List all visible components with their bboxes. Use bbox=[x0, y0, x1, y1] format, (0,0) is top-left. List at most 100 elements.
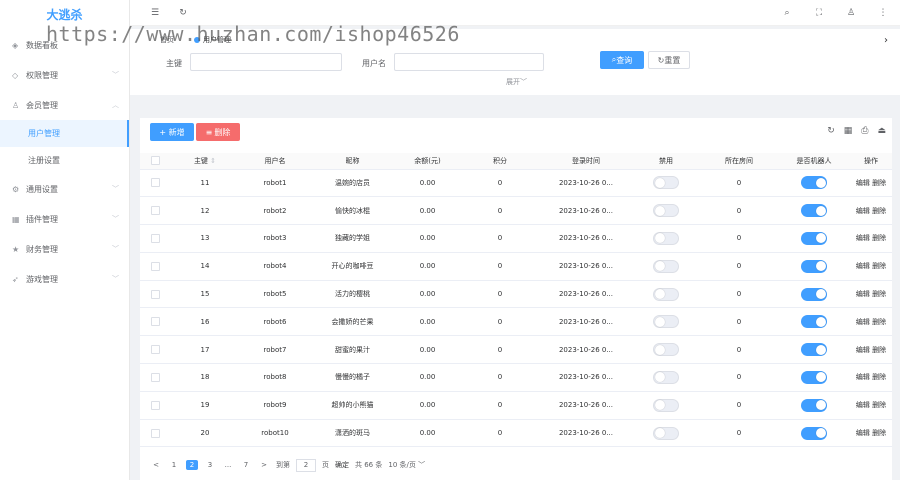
edit-link[interactable]: 编辑 bbox=[856, 262, 870, 270]
sidebar-item-members[interactable]: ♙ 会员管理 ︿ bbox=[0, 90, 129, 120]
user-profile-icon[interactable]: ♙ bbox=[842, 8, 860, 18]
sidebar-subitem-register-settings[interactable]: 注册设置 bbox=[0, 147, 129, 174]
sort-icon[interactable]: ⇕ bbox=[210, 157, 216, 165]
disabled-toggle[interactable] bbox=[653, 204, 679, 218]
search-icon[interactable]: ⌕ bbox=[778, 8, 796, 18]
delete-link[interactable]: 删除 bbox=[872, 234, 886, 242]
row-checkbox[interactable] bbox=[150, 372, 160, 382]
sidebar-item-dashboard[interactable]: ◈ 数据看板 bbox=[0, 30, 129, 60]
robot-toggle[interactable] bbox=[801, 315, 827, 329]
print-icon[interactable]: ⎙ bbox=[861, 126, 868, 136]
robot-toggle[interactable] bbox=[801, 343, 827, 357]
row-checkbox[interactable] bbox=[150, 261, 160, 271]
page-7[interactable]: 7 bbox=[240, 461, 252, 469]
edit-link[interactable]: 编辑 bbox=[856, 401, 870, 409]
cell-username: robot9 bbox=[240, 391, 310, 420]
robot-toggle[interactable] bbox=[801, 287, 827, 301]
row-checkbox[interactable] bbox=[150, 206, 160, 216]
edit-link[interactable]: 编辑 bbox=[856, 318, 870, 326]
next-page-button[interactable]: > bbox=[258, 461, 270, 469]
delete-link[interactable]: 删除 bbox=[872, 373, 886, 381]
disabled-toggle[interactable] bbox=[653, 398, 679, 412]
page-2[interactable]: 2 bbox=[186, 460, 198, 470]
goto-confirm-button[interactable]: 确定 bbox=[335, 460, 349, 470]
page-ellipsis[interactable]: ... bbox=[222, 461, 234, 469]
sidebar-item-permissions[interactable]: ◇ 权限管理 ﹀ bbox=[0, 60, 129, 90]
robot-toggle[interactable] bbox=[801, 259, 827, 273]
sidebar-item-general-settings[interactable]: ⚙ 通用设置 ﹀ bbox=[0, 174, 129, 204]
select-all-checkbox[interactable] bbox=[150, 156, 160, 166]
cell-balance: 0.00 bbox=[395, 335, 460, 365]
edit-link[interactable]: 编辑 bbox=[856, 207, 870, 215]
delete-link[interactable]: 删除 bbox=[872, 346, 886, 354]
page-1[interactable]: 1 bbox=[168, 461, 180, 469]
delete-link[interactable]: 删除 bbox=[872, 290, 886, 298]
row-checkbox[interactable] bbox=[150, 178, 160, 188]
export-icon[interactable]: ⏏ bbox=[877, 126, 886, 136]
delete-link[interactable]: 删除 bbox=[872, 401, 886, 409]
disabled-toggle[interactable] bbox=[653, 231, 679, 245]
edit-link[interactable]: 编辑 bbox=[856, 373, 870, 381]
fullscreen-icon[interactable]: ⛶ bbox=[810, 8, 828, 18]
delete-link[interactable]: 删除 bbox=[872, 318, 886, 326]
edit-link[interactable]: 编辑 bbox=[856, 346, 870, 354]
delete-link[interactable]: 删除 bbox=[872, 262, 886, 270]
page-3[interactable]: 3 bbox=[204, 461, 216, 469]
edit-link[interactable]: 编辑 bbox=[856, 234, 870, 242]
disabled-toggle[interactable] bbox=[653, 426, 679, 440]
cell-nickname: 独藏的学姐 bbox=[310, 224, 395, 253]
robot-toggle[interactable] bbox=[801, 231, 827, 245]
delete-link[interactable]: 删除 bbox=[872, 429, 886, 437]
disabled-toggle[interactable] bbox=[653, 370, 679, 384]
row-checkbox[interactable] bbox=[150, 428, 160, 438]
bulk-delete-button[interactable]: ≡ 删除 bbox=[196, 123, 240, 141]
cell-points: 0 bbox=[460, 335, 540, 365]
sidebar-item-finance[interactable]: ★ 财务管理 ﹀ bbox=[0, 234, 129, 264]
robot-toggle[interactable] bbox=[801, 426, 827, 440]
disabled-toggle[interactable] bbox=[653, 315, 679, 329]
robot-toggle[interactable] bbox=[801, 204, 827, 218]
columns-icon[interactable]: ▦ bbox=[844, 126, 853, 136]
sidebar: 大逃杀 ◈ 数据看板 ◇ 权限管理 ﹀ ♙ 会员管理 ︿ 用户管理 注册设置 ⚙… bbox=[0, 0, 130, 480]
delete-link[interactable]: 删除 bbox=[872, 207, 886, 215]
disabled-toggle[interactable] bbox=[653, 259, 679, 273]
reset-button[interactable]: ↻ 重置 bbox=[648, 51, 690, 69]
row-checkbox[interactable] bbox=[150, 317, 160, 327]
user-icon: ♙ bbox=[12, 100, 20, 110]
robot-toggle[interactable] bbox=[801, 398, 827, 412]
sidebar-item-plugins[interactable]: ▦ 插件管理 ﹀ bbox=[0, 204, 129, 234]
delete-link[interactable]: 删除 bbox=[872, 179, 886, 187]
row-checkbox-cell bbox=[140, 391, 170, 420]
goto-page-input[interactable]: 2 bbox=[296, 458, 316, 472]
column-header-id[interactable]: 主键 ⇕ bbox=[170, 153, 240, 170]
refresh-icon[interactable]: ↻ bbox=[827, 126, 835, 136]
edit-link[interactable]: 编辑 bbox=[856, 429, 870, 437]
robot-toggle[interactable] bbox=[801, 370, 827, 384]
id-input[interactable] bbox=[190, 53, 342, 71]
disabled-toggle[interactable] bbox=[653, 287, 679, 301]
username-input[interactable] bbox=[394, 53, 544, 71]
page-size-select[interactable]: 10 条/页 ﹀ bbox=[388, 460, 425, 470]
disabled-toggle[interactable] bbox=[653, 176, 679, 190]
pagination: < 1 2 3 ... 7 > 到第 2 页 确定 共 66 条 10 条/页 … bbox=[150, 458, 425, 472]
disabled-toggle[interactable] bbox=[653, 343, 679, 357]
row-checkbox[interactable] bbox=[150, 233, 160, 243]
more-icon[interactable]: ⋮ bbox=[874, 8, 892, 18]
sidebar-subitem-user-management[interactable]: 用户管理 bbox=[0, 120, 129, 147]
sidebar-item-games[interactable]: ➶ 游戏管理 ﹀ bbox=[0, 264, 129, 294]
edit-link[interactable]: 编辑 bbox=[856, 179, 870, 187]
cell-id: 19 bbox=[170, 391, 240, 420]
refresh-icon[interactable]: ↻ bbox=[174, 8, 192, 18]
edit-link[interactable]: 编辑 bbox=[856, 290, 870, 298]
query-button[interactable]: ⌕ 查询 bbox=[600, 51, 644, 69]
row-checkbox[interactable] bbox=[150, 400, 160, 410]
chevron-right-icon[interactable]: › bbox=[884, 35, 888, 46]
expand-toggle[interactable]: 展开﹀ bbox=[506, 77, 527, 87]
prev-page-button[interactable]: < bbox=[150, 461, 162, 469]
robot-toggle[interactable] bbox=[801, 176, 827, 190]
add-button[interactable]: + 新增 bbox=[150, 123, 194, 141]
menu-toggle-icon[interactable]: ☰ bbox=[146, 8, 164, 18]
row-checkbox[interactable] bbox=[150, 345, 160, 355]
row-checkbox[interactable] bbox=[150, 289, 160, 299]
cell-nickname: 活力的樱桃 bbox=[310, 280, 395, 309]
